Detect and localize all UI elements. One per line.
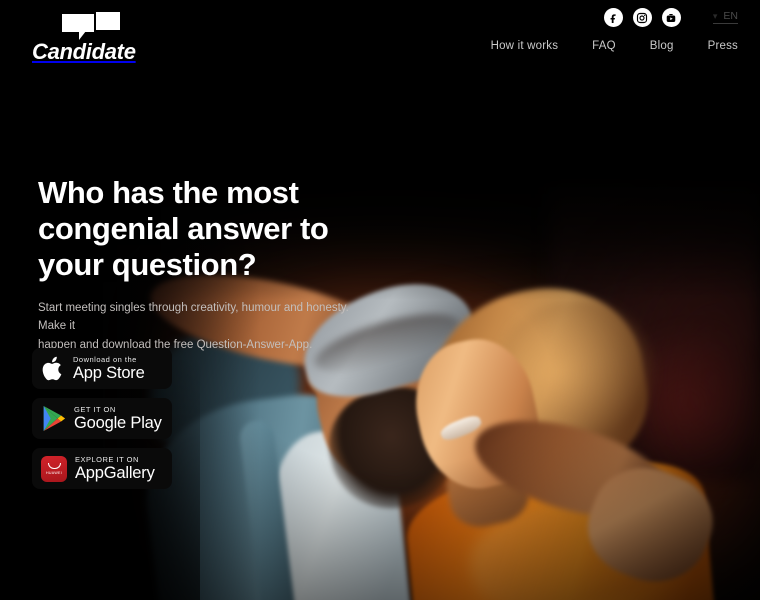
language-selected-label: EN (723, 10, 738, 23)
nav-item-faq[interactable]: FAQ (592, 40, 616, 52)
huawei-appgallery-icon: HUAWEI (41, 455, 67, 482)
logo-link[interactable]: Candidate (32, 12, 152, 63)
huawei-brand-word: HUAWEI (45, 470, 63, 475)
appgallery-main-label: AppGallery (75, 464, 155, 482)
appgallery-label: EXPLORE IT ON AppGallery (75, 454, 155, 482)
page-title: Who has the most congenial answer to you… (38, 175, 329, 282)
main-navigation: How it works FAQ Blog Press (491, 40, 738, 52)
app-store-sup-label: Download on the (73, 354, 137, 364)
appgallery-badge[interactable]: HUAWEI EXPLORE IT ON AppGallery (32, 448, 172, 489)
speech-bubble-left (62, 14, 94, 40)
youtube-icon[interactable] (661, 8, 681, 27)
hero-copy: Who has the most congenial answer to you… (38, 175, 368, 354)
google-play-icon (41, 405, 66, 432)
app-store-main-label: App Store (73, 364, 145, 382)
facebook-icon[interactable] (603, 8, 623, 27)
speech-bubbles-icon (62, 12, 120, 40)
app-store-badges: Download on the App Store GET IT ON Goog… (32, 348, 172, 498)
google-play-label: GET IT ON Google Play (74, 404, 162, 432)
nav-item-how-it-works[interactable]: How it works (491, 40, 559, 52)
nav-item-press[interactable]: Press (708, 40, 738, 52)
apple-logo-icon (41, 355, 65, 383)
huawei-arc-shape (47, 462, 61, 469)
google-play-badge[interactable]: GET IT ON Google Play (32, 398, 172, 439)
site-header: Candidate ▾ EN How it works FAQ Blog Pre… (0, 0, 760, 72)
appgallery-sup-label: EXPLORE IT ON (75, 454, 139, 464)
social-links: ▾ EN (603, 8, 738, 27)
app-store-label: Download on the App Store (73, 354, 145, 382)
nav-item-blog[interactable]: Blog (650, 40, 674, 52)
brand-wordmark: Candidate (32, 39, 136, 64)
google-play-main-label: Google Play (74, 414, 162, 432)
chevron-down-icon: ▾ (712, 11, 718, 22)
google-play-sup-label: GET IT ON (74, 404, 116, 414)
hero-subtitle: Start meeting singles through creativity… (38, 301, 349, 351)
instagram-icon[interactable] (632, 8, 652, 27)
app-store-badge[interactable]: Download on the App Store (32, 348, 172, 389)
language-selector[interactable]: ▾ EN (712, 10, 738, 24)
speech-bubble-right (96, 12, 120, 30)
